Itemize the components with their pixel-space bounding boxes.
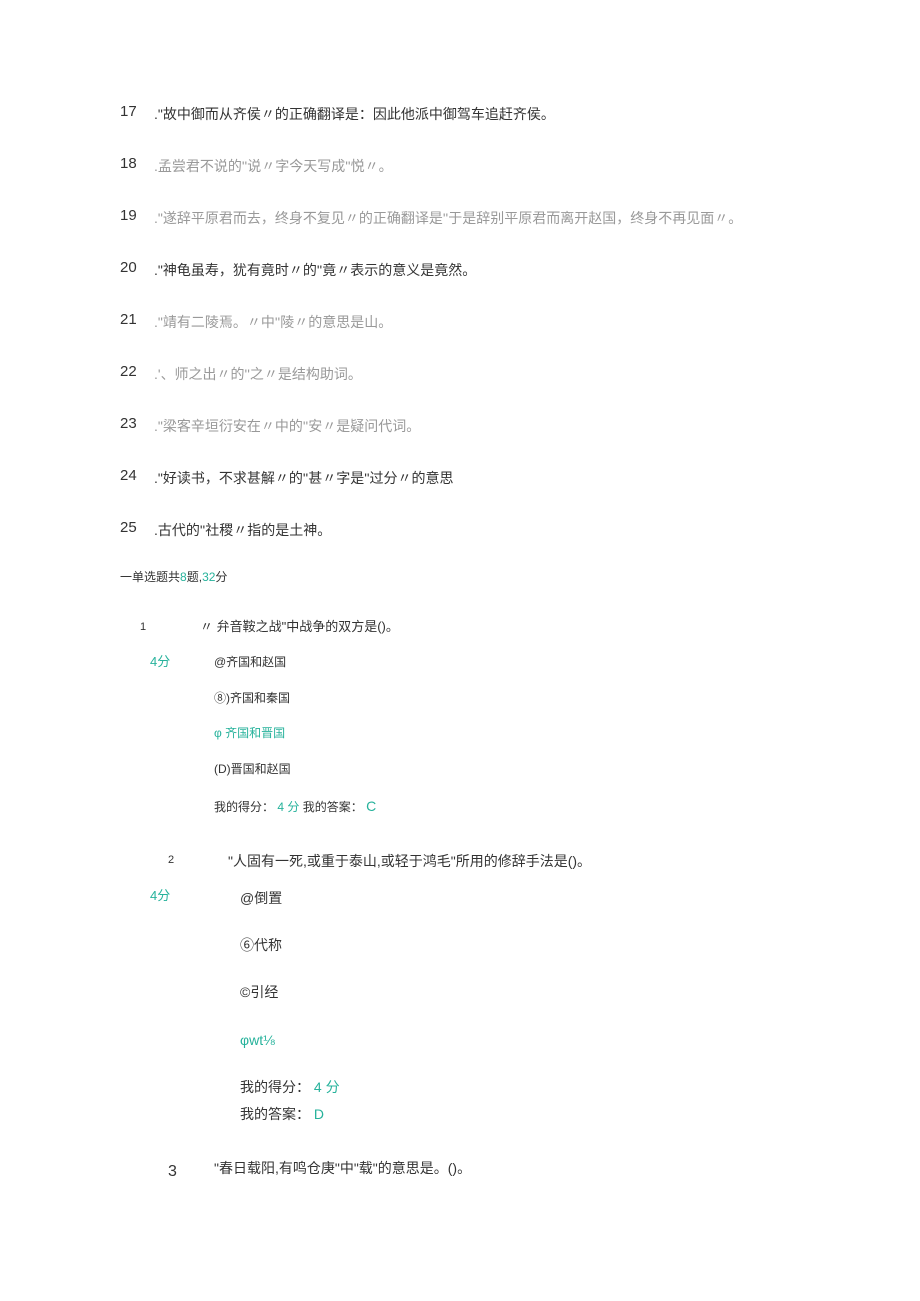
result-score: 4 分 [277, 800, 299, 814]
mc-question: 1 〃 弁音鞍之战"中战争的双方是()。 4分 @齐国和赵国 ⑧)齐国和秦国 φ… [120, 617, 800, 819]
tf-text: ."好读书，不求甚解〃的''甚〃字是''过分〃的意思 [154, 464, 454, 492]
mc-option[interactable]: @倒置 [240, 886, 340, 911]
tf-item: 17 ."故中御而从齐侯〃的正确翻译是：因此他派中御驾车追赶齐侯。 [120, 100, 800, 128]
mc-score: 4分 [150, 886, 240, 907]
tf-num: 19 [120, 204, 154, 228]
tf-num: 21 [120, 308, 154, 332]
tf-text: .古代的''社稷〃指的是土神。 [154, 516, 331, 544]
mc-qtext: 〃 弁音鞍之战"中战争的双方是()。 [200, 617, 399, 638]
mc-qrow: 2 "人固有一死,或重于泰山,或轻于鸿毛"所用的修辞手法是()。 [168, 850, 800, 872]
mc-result: 我的得分： 4 分 我的答案： C [214, 794, 376, 819]
tf-num: 24 [120, 464, 154, 488]
mc-qnum: 1 [140, 617, 200, 637]
mc-option[interactable]: ⑧)齐国和秦国 [214, 688, 376, 710]
result-ans-label: 我的答案： [303, 800, 363, 814]
mc-qnum: 2 [168, 850, 228, 870]
mc-option[interactable]: ⑥代称 [240, 933, 340, 958]
tf-num: 22 [120, 360, 154, 384]
mc-opts: @倒置 ⑥代称 ©引经 φwt⅛ 我的得分： 4 分 我的答案： D [240, 886, 340, 1127]
tf-text: ."神龟虽寿，犹有竟时〃的''竟〃表示的意义是竟然。 [154, 256, 476, 284]
tf-item: 19 ."遂辞平原君而去，终身不复见〃的正确翻译是''于是辞别平原君而离开赵国，… [120, 204, 800, 232]
tf-item: 18 .孟尝君不说的''说〃字今天写成''悦〃。 [120, 152, 800, 180]
section-header: 一单选题共8题,32分 [120, 568, 800, 587]
section-mid-b: 题, [187, 570, 202, 584]
mc-option[interactable]: ©引经 [240, 980, 340, 1005]
result-score-label: 我的得分： [240, 1079, 310, 1095]
result-ans-label: 我的答案： [240, 1106, 310, 1122]
tf-text: ."梁客辛垣衍安在〃中的''安〃是疑问代词。 [154, 412, 420, 440]
section-prefix: 一单选题 [120, 570, 168, 584]
result-ans: C [366, 798, 376, 814]
mc-question: 2 "人固有一死,或重于泰山,或轻于鸿毛"所用的修辞手法是()。 4分 @倒置 … [120, 850, 800, 1128]
result-score-label: 我的得分： [214, 800, 274, 814]
tf-text: ."遂辞平原君而去，终身不复见〃的正确翻译是''于是辞别平原君而离开赵国，终身不… [154, 204, 742, 232]
mc-body: 4分 @齐国和赵国 ⑧)齐国和秦国 φ 齐国和晋国 (D)晋国和赵国 我的得分：… [120, 652, 800, 820]
tf-text: .孟尝君不说的''说〃字今天写成''悦〃。 [154, 152, 393, 180]
mc-body: 4分 @倒置 ⑥代称 ©引经 φwt⅛ 我的得分： 4 分 我的答案： D [120, 886, 800, 1127]
result-ans: D [314, 1106, 324, 1122]
tf-item: 20 ."神龟虽寿，犹有竟时〃的''竟〃表示的意义是竟然。 [120, 256, 800, 284]
tf-num: 23 [120, 412, 154, 436]
mc-option[interactable]: (D)晋国和赵国 [214, 759, 376, 781]
mc-qrow: 3 "春日载阳,有鸣仓庚"中"载"的意思是。()。 [168, 1157, 800, 1185]
section-suffix: 分 [215, 570, 227, 584]
mc-score: 4分 [150, 652, 214, 673]
tf-text: ."故中御而从齐侯〃的正确翻译是：因此他派中御驾车追赶齐侯。 [154, 100, 555, 128]
mc-option[interactable]: φ 齐国和晋国 [214, 723, 376, 745]
result-score: 4 分 [314, 1079, 340, 1095]
tf-num: 18 [120, 152, 154, 176]
tf-num: 25 [120, 516, 154, 540]
tf-item: 23 ."梁客辛垣衍安在〃中的''安〃是疑问代词。 [120, 412, 800, 440]
mc-qtext: "人固有一死,或重于泰山,或轻于鸿毛"所用的修辞手法是()。 [228, 850, 591, 872]
tf-num: 17 [120, 100, 154, 124]
mc-question: 3 "春日载阳,有鸣仓庚"中"载"的意思是。()。 [120, 1157, 800, 1185]
tf-item: 24 ."好读书，不求甚解〃的''甚〃字是''过分〃的意思 [120, 464, 800, 492]
tf-num: 20 [120, 256, 154, 280]
mc-qrow: 1 〃 弁音鞍之战"中战争的双方是()。 [140, 617, 800, 638]
tf-item: 25 .古代的''社稷〃指的是土神。 [120, 516, 800, 544]
tf-text: .'、师之出〃的''之〃是结构助词。 [154, 360, 362, 388]
tf-item: 21 ."靖有二陵焉。〃中''陵〃的意思是山。 [120, 308, 800, 336]
tf-list: 17 ."故中御而从齐侯〃的正确翻译是：因此他派中御驾车追赶齐侯。 18 .孟尝… [120, 100, 800, 544]
mc-opts: @齐国和赵国 ⑧)齐国和秦国 φ 齐国和晋国 (D)晋国和赵国 我的得分： 4 … [214, 652, 376, 820]
mc-qnum: 3 [168, 1157, 214, 1185]
section-points: 32 [202, 570, 215, 584]
section-mid-a: 共 [168, 570, 180, 584]
tf-text: ."靖有二陵焉。〃中''陵〃的意思是山。 [154, 308, 392, 336]
mc-option[interactable]: φwt⅛ [240, 1028, 340, 1053]
mc-result-ans: 我的答案： D [240, 1102, 340, 1127]
mc-option[interactable]: @齐国和赵国 [214, 652, 376, 674]
mc-result: 我的得分： 4 分 [240, 1075, 340, 1100]
tf-item: 22 .'、师之出〃的''之〃是结构助词。 [120, 360, 800, 388]
mc-qtext: "春日载阳,有鸣仓庚"中"载"的意思是。()。 [214, 1157, 471, 1179]
section-count: 8 [180, 570, 187, 584]
